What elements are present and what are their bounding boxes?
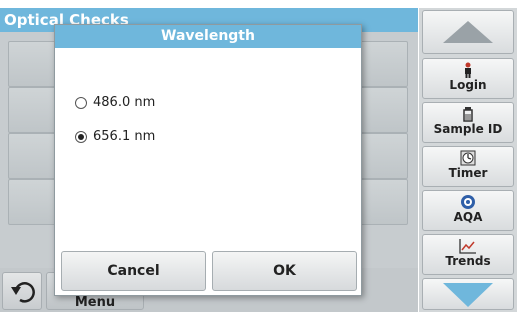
arrow-up-icon: [443, 21, 493, 43]
radio-selected-icon[interactable]: [75, 130, 87, 143]
option-label: 656.1 nm: [93, 129, 156, 144]
timer-icon: [460, 150, 476, 166]
sample-bottle-icon: [463, 107, 473, 122]
option-486-nm[interactable]: 486.0 nm: [75, 95, 155, 110]
sample-id-button[interactable]: Sample ID: [422, 102, 514, 143]
radio-unselected-icon[interactable]: [75, 96, 87, 109]
timer-button[interactable]: Timer: [422, 146, 514, 187]
sidebar: Login Sample ID Timer AQA Trends: [419, 8, 517, 312]
arrow-down-icon: [443, 283, 493, 307]
back-button[interactable]: [2, 272, 42, 310]
option-label: 486.0 nm: [93, 95, 156, 110]
timer-label: Timer: [448, 166, 488, 180]
wavelength-dialog: Wavelength 486.0 nm 656.1 nm Cancel OK: [54, 24, 362, 296]
trends-button[interactable]: Trends: [422, 234, 514, 275]
option-656-nm[interactable]: 656.1 nm: [75, 129, 155, 144]
login-label: Login: [449, 78, 487, 92]
dialog-title: Wavelength: [55, 25, 361, 48]
aqa-button[interactable]: AQA: [422, 190, 514, 231]
aqa-label: AQA: [453, 210, 483, 224]
person-icon: [465, 62, 471, 78]
trends-label: Trends: [445, 254, 491, 268]
scroll-down-button[interactable]: [422, 278, 514, 310]
login-button[interactable]: Login: [422, 58, 514, 99]
undo-arrow-icon: [11, 282, 35, 303]
cancel-button[interactable]: Cancel: [61, 251, 206, 291]
sample-id-label: Sample ID: [433, 122, 503, 136]
aqa-icon: [461, 195, 475, 209]
trend-chart-icon: [459, 239, 476, 254]
scroll-up-button[interactable]: [422, 10, 514, 54]
ok-button[interactable]: OK: [212, 251, 357, 291]
